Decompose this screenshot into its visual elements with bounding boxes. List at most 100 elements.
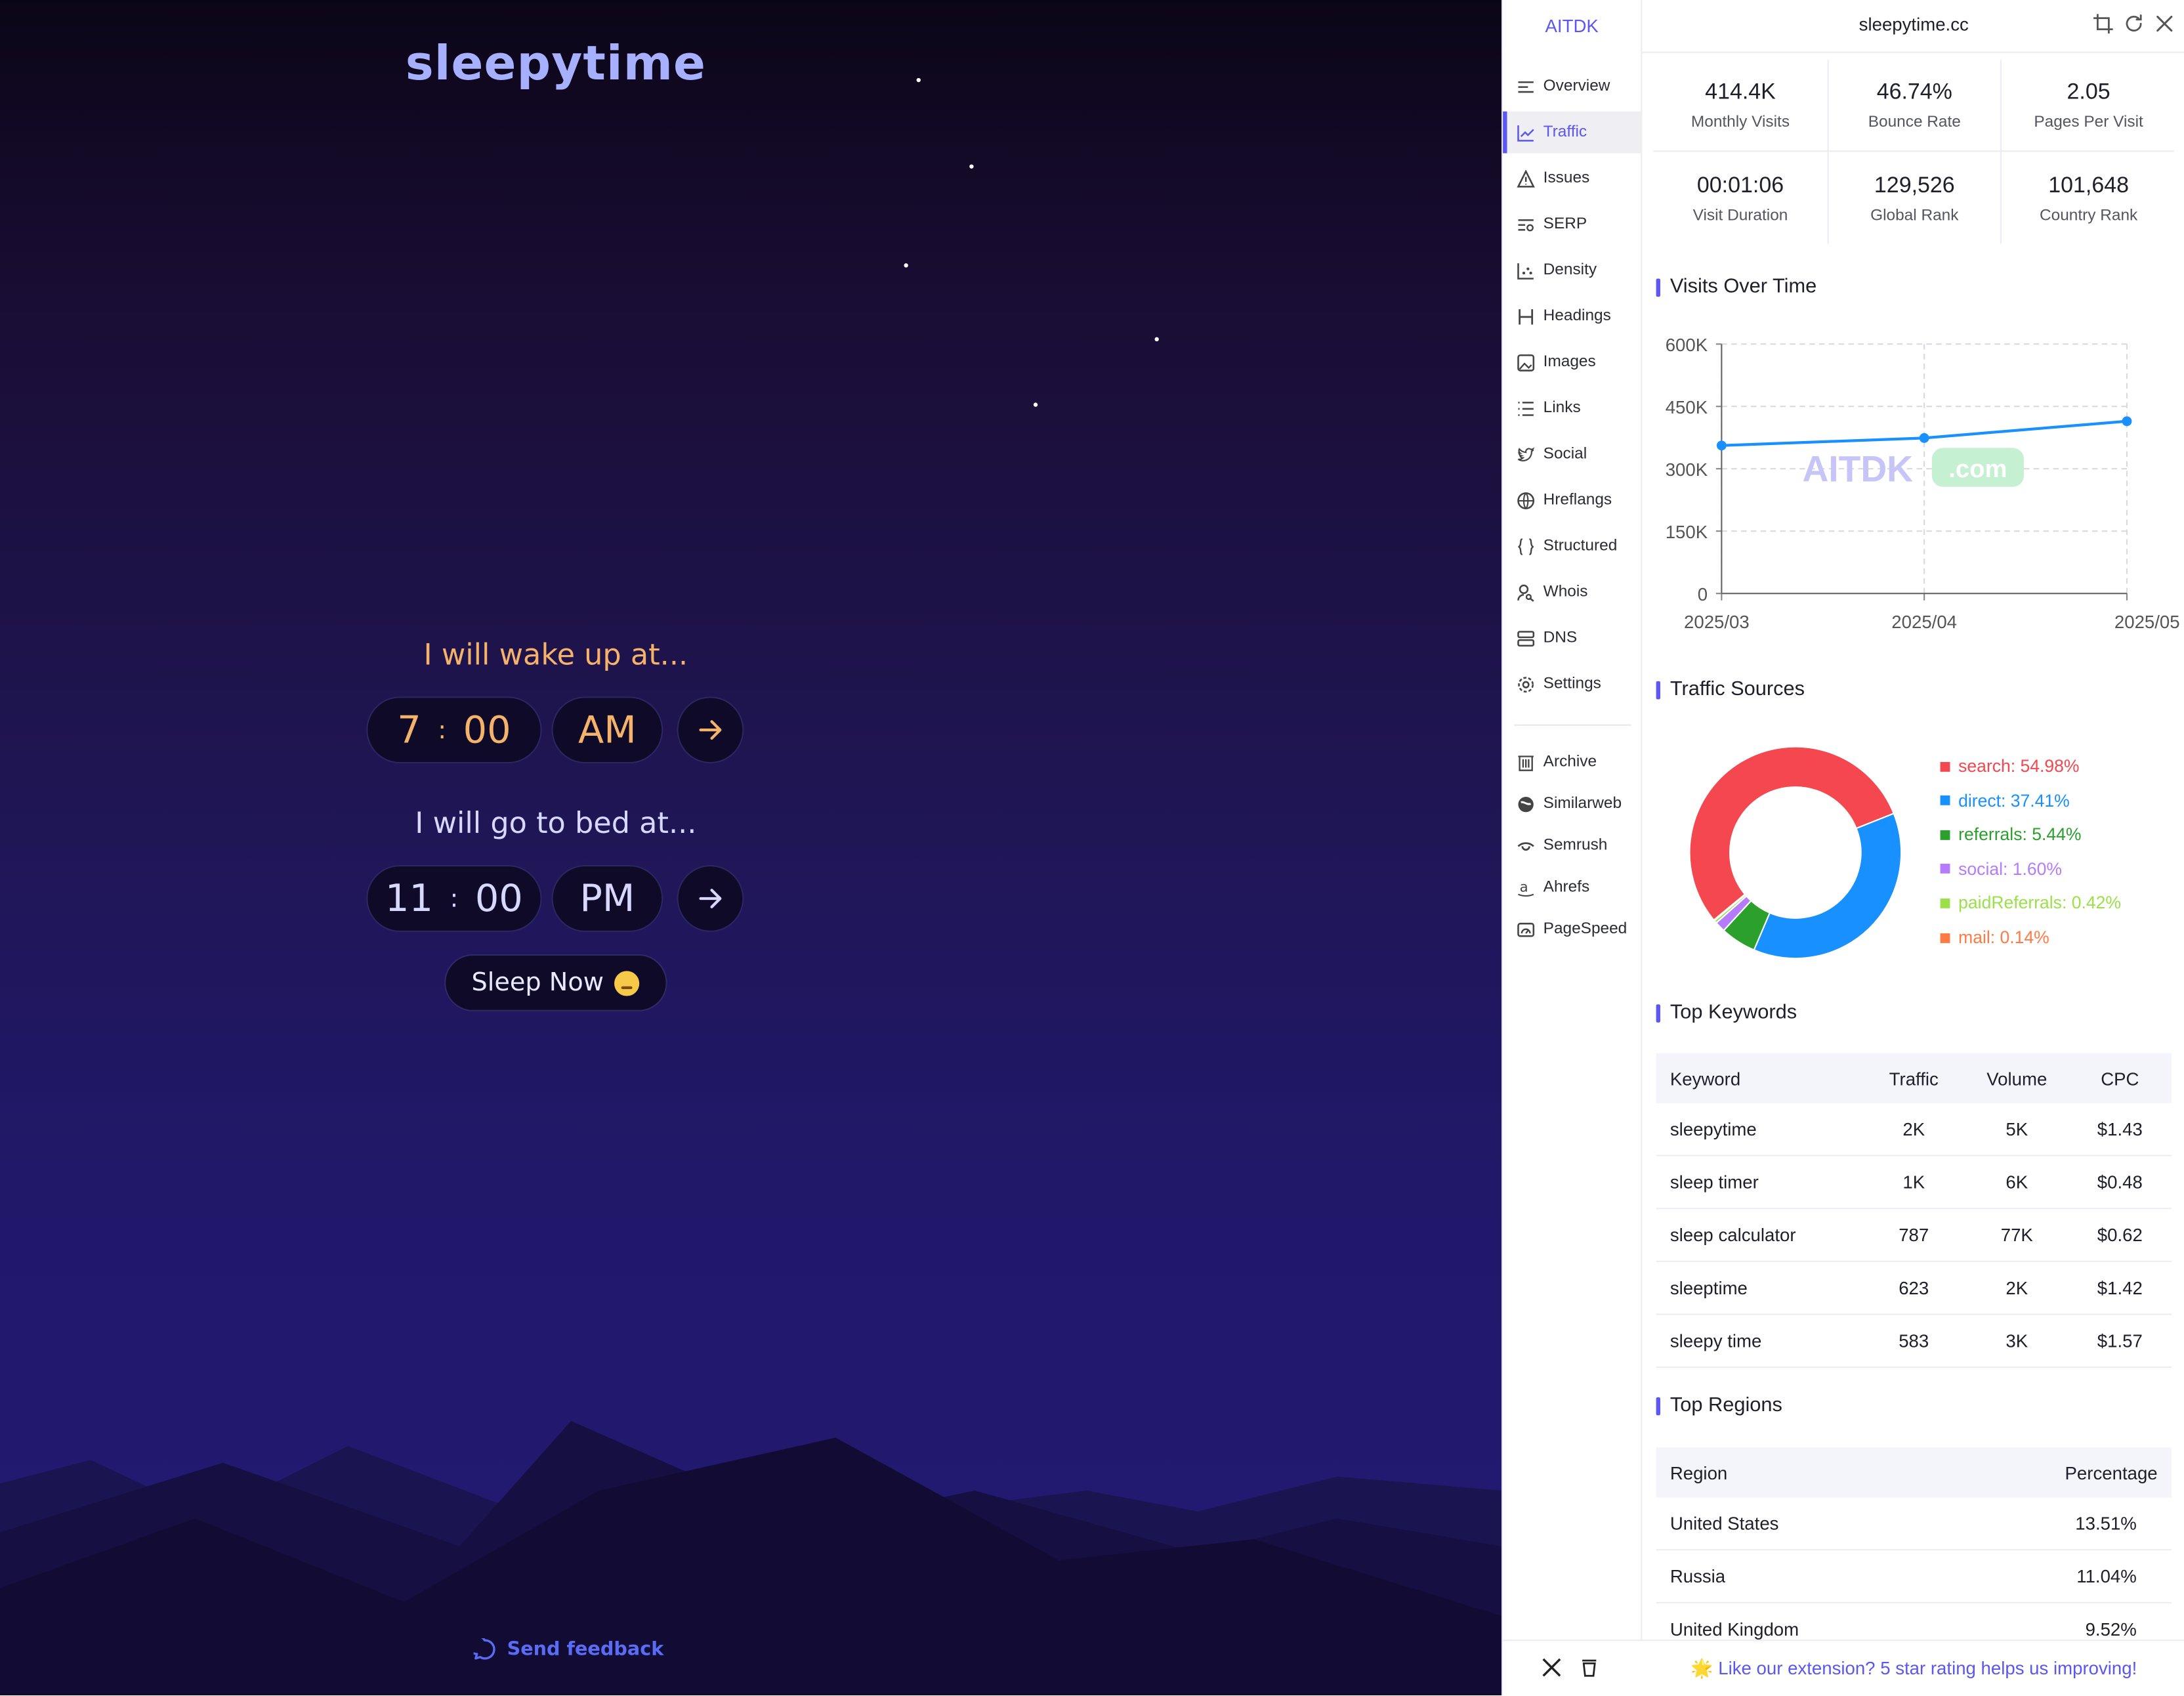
star: [916, 77, 921, 83]
nav-label: Issues: [1543, 169, 1590, 187]
stat-label: Bounce Rate: [1868, 114, 1961, 131]
col-keyword[interactable]: Keyword: [1656, 1068, 1865, 1089]
crop-icon[interactable]: [2093, 14, 2113, 33]
stat-value: 101,648: [2048, 174, 2129, 198]
braces-icon: [1518, 538, 1534, 555]
legend-item-mail[interactable]: mail: 0.14%: [1940, 928, 2049, 947]
cell-region: United States: [1670, 1512, 1779, 1534]
table-row[interactable]: sleepytime 2K 5K $1.43: [1656, 1103, 2172, 1156]
nav-serp[interactable]: SERP: [1503, 203, 1641, 245]
table-row[interactable]: sleep timer 1K 6K $0.48: [1656, 1156, 2172, 1210]
table-row[interactable]: United Kingdom 9.52%: [1656, 1603, 2172, 1640]
nav-archive[interactable]: Archive: [1503, 741, 1641, 783]
cell-volume: 3K: [2006, 1330, 2028, 1351]
link-list-icon: [1518, 401, 1534, 415]
nav-traffic[interactable]: Traffic: [1503, 111, 1641, 154]
stat-value: 129,526: [1874, 174, 1955, 198]
nav-pagespeed[interactable]: PageSpeed: [1503, 908, 1641, 950]
stat-label: Pages Per Visit: [2034, 114, 2143, 131]
table-row[interactable]: sleepy time 583 3K $1.57: [1656, 1315, 2172, 1368]
traffic-sources-donut: [1689, 746, 1902, 960]
bed-hour[interactable]: 11: [385, 877, 433, 920]
table-row[interactable]: Russia 11.04%: [1656, 1550, 2172, 1603]
wake-minute[interactable]: 00: [463, 708, 511, 752]
wake-hour[interactable]: 7: [397, 708, 421, 752]
legend-item-search[interactable]: search: 54.98%: [1940, 756, 2080, 776]
nav-label: Headings: [1543, 308, 1611, 325]
nav-images[interactable]: Images: [1503, 341, 1641, 383]
nav-links[interactable]: Links: [1503, 387, 1641, 429]
time-separator: :: [438, 715, 447, 745]
y-tick-label: 450K: [1666, 397, 1708, 417]
cell-cpc: $0.62: [2097, 1224, 2143, 1246]
sleep-now-button[interactable]: Sleep Now: [444, 954, 667, 1011]
nav-settings[interactable]: Settings: [1503, 663, 1641, 705]
bed-time-picker[interactable]: 11 : 00: [366, 865, 542, 932]
app-logo[interactable]: sleepytime: [0, 36, 1112, 92]
table-header: Keyword Traffic Volume CPC: [1656, 1053, 2172, 1103]
nav-hreflangs[interactable]: Hreflangs: [1503, 479, 1641, 521]
legend-item-direct[interactable]: direct: 37.41%: [1940, 791, 2070, 810]
col-traffic[interactable]: Traffic: [1865, 1068, 1963, 1089]
semrush-icon: [1517, 841, 1534, 850]
bed-calculate-button[interactable]: [677, 865, 744, 932]
coffee-cup-icon[interactable]: [1581, 1658, 1597, 1678]
mountains-illustration: [0, 1420, 1502, 1696]
legend-item-referrals[interactable]: referrals: 5.44%: [1940, 824, 2082, 845]
nav-headings[interactable]: Headings: [1503, 295, 1641, 337]
table-row[interactable]: sleep calculator 787 77K $0.62: [1656, 1209, 2172, 1262]
nav-overview[interactable]: Overview: [1503, 66, 1641, 108]
nav-label: DNS: [1543, 629, 1578, 647]
x-tick-label: 2025/04: [1891, 612, 1957, 632]
nav-structured[interactable]: Structured: [1503, 525, 1641, 567]
archive-icon: [1518, 755, 1534, 771]
cell-traffic: 2K: [1902, 1118, 1925, 1140]
bed-minute[interactable]: 00: [475, 877, 523, 920]
cell-cpc: $1.57: [2097, 1330, 2143, 1351]
cell-percentage: 13.51%: [2075, 1512, 2137, 1534]
cell-volume: 6K: [2006, 1171, 2028, 1193]
nav-ahrefs[interactable]: a Ahrefs: [1503, 866, 1641, 908]
serp-icon: [1518, 219, 1534, 231]
col-volume[interactable]: Volume: [1963, 1068, 2072, 1089]
legend-label: referrals: 5.44%: [1958, 824, 2082, 845]
send-feedback-label: Send feedback: [507, 1638, 664, 1661]
y-tick-label: 300K: [1666, 459, 1708, 480]
wake-calculate-button[interactable]: [677, 696, 744, 764]
legend-item-paidReferrals[interactable]: paidReferrals: 0.42%: [1940, 893, 2121, 913]
nav-label: Whois: [1543, 583, 1588, 601]
y-tick-label: 0: [1698, 584, 1708, 604]
y-tick-label: 150K: [1666, 522, 1708, 542]
table-row[interactable]: United States 13.51%: [1656, 1498, 2172, 1551]
donut-slice-direct: [1753, 813, 1902, 960]
nav-density[interactable]: Density: [1503, 249, 1641, 291]
legend-item-social[interactable]: social: 1.60%: [1940, 859, 2062, 879]
col-region[interactable]: Region: [1656, 1462, 2019, 1483]
stat-monthly-visits: 414.4K Monthly Visits: [1653, 81, 1827, 131]
x-twitter-icon[interactable]: [1542, 1658, 1562, 1678]
col-cpc[interactable]: CPC: [2071, 1068, 2169, 1089]
nav-whois[interactable]: Whois: [1503, 571, 1641, 613]
rating-prompt-link[interactable]: 🌟 Like our extension? 5 star rating help…: [1642, 1641, 2184, 1695]
table-row[interactable]: sleeptime 623 2K $1.42: [1656, 1262, 2172, 1315]
aitdk-logo[interactable]: AITDK: [1503, 0, 1643, 52]
nav-similarweb[interactable]: Similarweb: [1503, 783, 1641, 825]
sleepy-face-icon: [614, 970, 640, 996]
close-icon[interactable]: [2154, 14, 2174, 33]
refresh-icon[interactable]: [2124, 14, 2144, 33]
send-feedback-link[interactable]: Send feedback: [473, 1638, 664, 1661]
legend-swatch: [1940, 830, 1950, 840]
time-separator: :: [450, 883, 459, 914]
nav-social[interactable]: Social: [1503, 433, 1641, 475]
bed-ampm-toggle[interactable]: PM: [551, 865, 663, 932]
nav-semrush[interactable]: Semrush: [1503, 824, 1641, 866]
nav-dns[interactable]: DNS: [1503, 617, 1641, 659]
nav-issues[interactable]: Issues: [1503, 158, 1641, 200]
wake-ampm-toggle[interactable]: AM: [551, 696, 663, 764]
cell-percentage: 9.52%: [2085, 1619, 2137, 1640]
arrow-right-icon: [699, 889, 722, 908]
wake-time-picker[interactable]: 7 : 00: [366, 696, 542, 764]
traffic-sources-title: Traffic Sources: [1656, 679, 1805, 701]
svg-text:a: a: [1520, 878, 1528, 895]
col-percentage[interactable]: Percentage: [2018, 1462, 2158, 1483]
